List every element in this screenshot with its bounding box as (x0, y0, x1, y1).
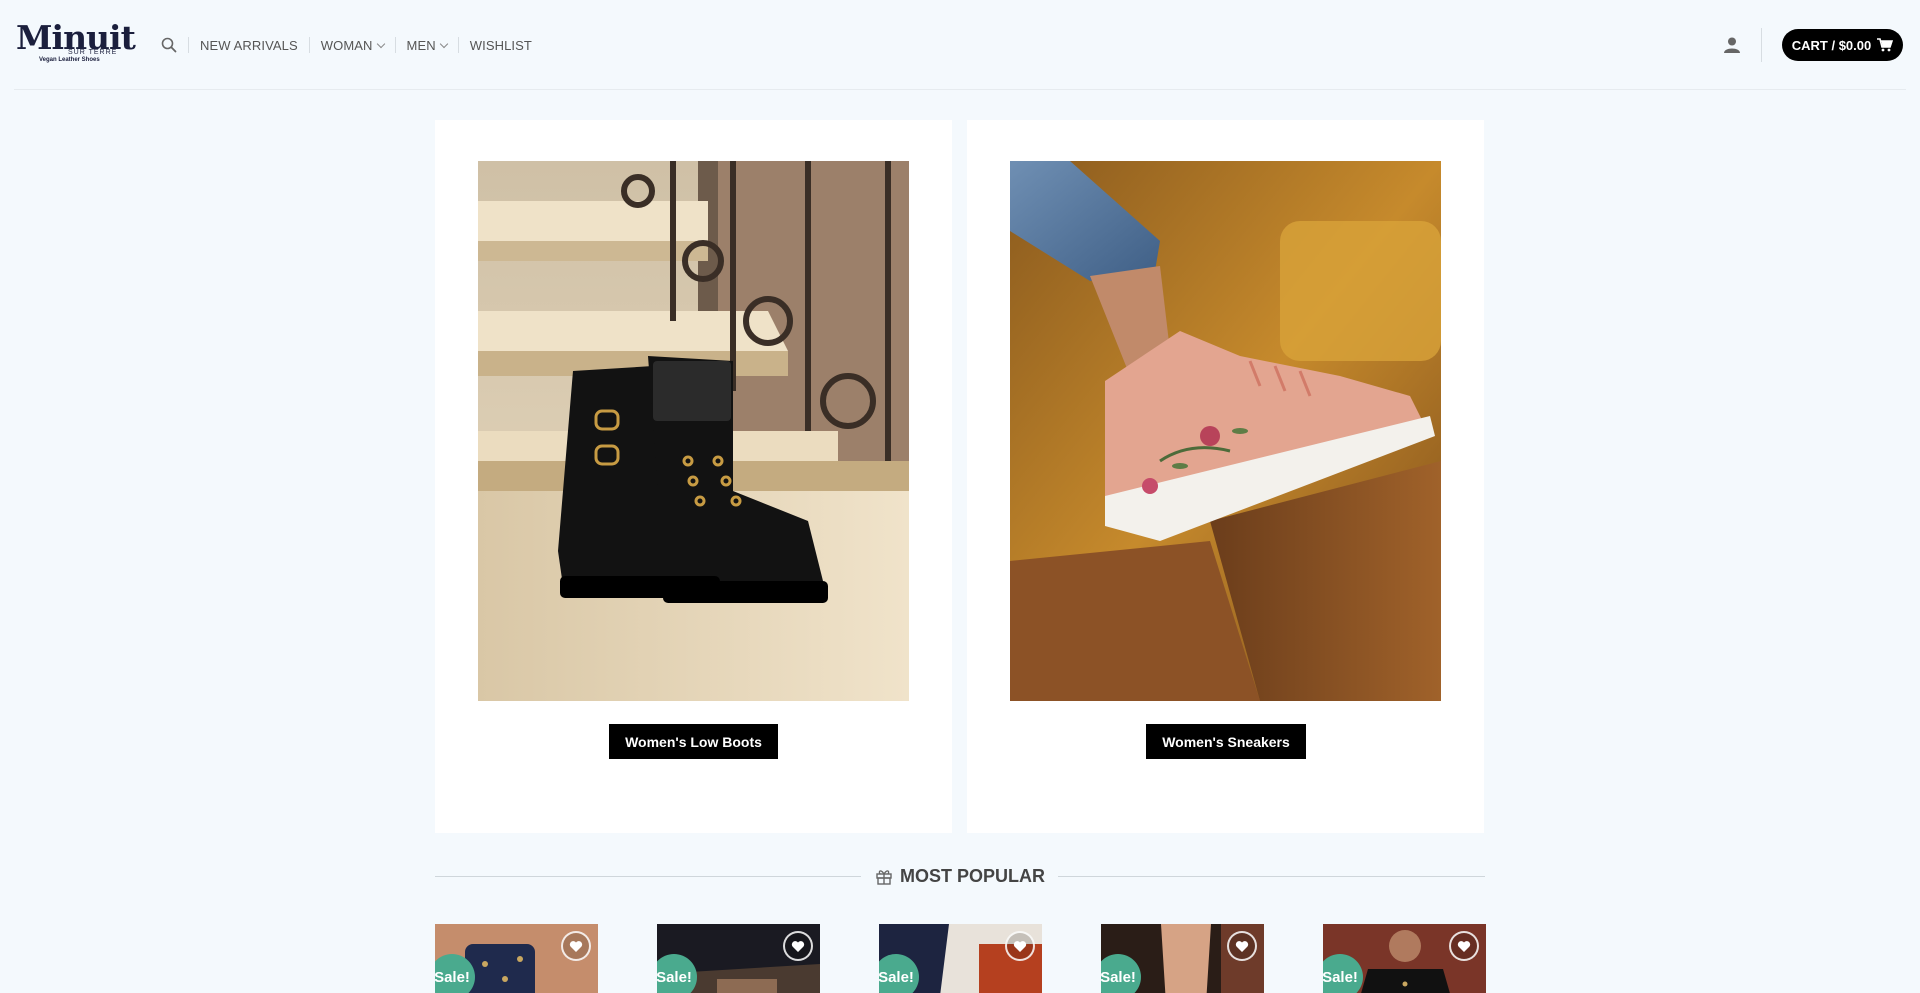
user-icon[interactable] (1723, 36, 1741, 54)
heart-icon (1013, 940, 1027, 952)
nav-label: MEN (406, 37, 436, 53)
site-header: Minuit SUR TERRE Vegan Leather Shoes NEW… (0, 0, 1920, 90)
section-divider-left (435, 876, 861, 877)
nav-label: WISHLIST (469, 37, 532, 53)
cart-button[interactable]: CART / $0.00 (1782, 29, 1903, 61)
site-logo[interactable]: Minuit SUR TERRE Vegan Leather Shoes (16, 18, 136, 66)
header-divider (1761, 28, 1762, 62)
heart-icon (1235, 940, 1249, 952)
cart-label: CART / $0.00 (1791, 37, 1872, 53)
category-button-label: Women's Low Boots (625, 733, 762, 750)
wishlist-button[interactable] (783, 931, 813, 961)
nav-divider (308, 37, 310, 53)
product-card[interactable]: Sale! (1101, 924, 1264, 993)
nav-men[interactable]: MEN (406, 37, 448, 53)
cart-icon (1877, 38, 1894, 52)
category-image-sneakers[interactable] (1010, 161, 1441, 701)
product-card[interactable]: Sale! (657, 924, 820, 993)
heart-icon (569, 940, 583, 952)
wishlist-button[interactable] (561, 931, 591, 961)
category-button-sneakers[interactable]: Women's Sneakers (1146, 724, 1306, 759)
nav-divider (457, 37, 459, 53)
logo-tagline: Vegan Leather Shoes (39, 57, 100, 63)
section-title-text: MOST POPULAR (900, 865, 1046, 886)
nav-divider (394, 37, 396, 53)
section-divider-right (1058, 876, 1485, 877)
heart-icon (791, 940, 805, 952)
category-button-low-boots[interactable]: Women's Low Boots (609, 724, 778, 759)
wishlist-button[interactable] (1449, 931, 1479, 961)
category-button-label: Women's Sneakers (1162, 733, 1290, 750)
header-border (14, 89, 1906, 90)
category-image-boots[interactable] (478, 161, 909, 701)
product-card[interactable]: Sale! (1323, 924, 1486, 993)
nav-woman[interactable]: WOMAN (320, 37, 385, 53)
gift-icon (876, 869, 892, 885)
wishlist-button[interactable] (1227, 931, 1257, 961)
nav-label: NEW ARRIVALS (200, 37, 298, 53)
category-card-low-boots[interactable]: Women's Low Boots (435, 120, 952, 833)
nav-divider (188, 37, 189, 53)
nav-wishlist[interactable]: WISHLIST (470, 38, 532, 53)
category-card-sneakers[interactable]: Women's Sneakers (967, 120, 1484, 833)
section-title-most-popular: MOST POPULAR (876, 864, 1046, 888)
search-icon[interactable] (160, 36, 178, 54)
product-card[interactable]: Sale! (435, 924, 598, 993)
heart-icon (1457, 940, 1471, 952)
nav-label: WOMAN (320, 37, 373, 53)
nav-new-arrivals[interactable]: NEW ARRIVALS (200, 38, 298, 53)
chevron-down-icon (439, 39, 448, 48)
main-nav: NEW ARRIVALS WOMAN MEN WISHLIST (160, 35, 543, 55)
wishlist-button[interactable] (1005, 931, 1035, 961)
logo-sub: SUR TERRE (68, 49, 118, 56)
chevron-down-icon (376, 39, 385, 48)
product-card[interactable]: Sale! (879, 924, 1042, 993)
